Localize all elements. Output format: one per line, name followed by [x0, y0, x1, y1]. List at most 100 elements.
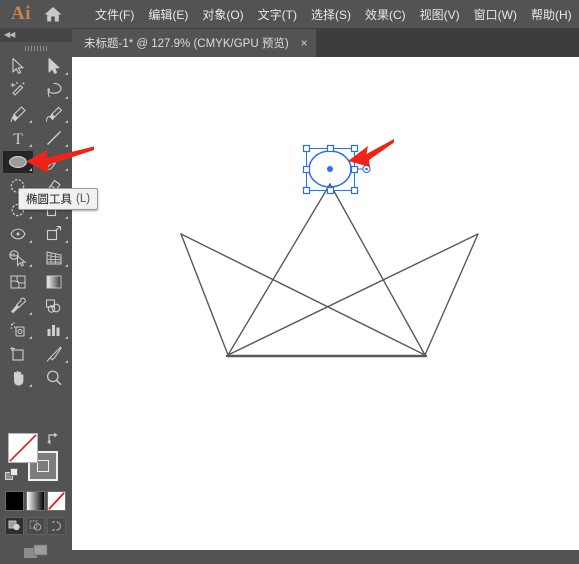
handle-bottom-right — [350, 186, 359, 195]
tooltip-label: 椭圆工具 — [26, 194, 72, 206]
free-transform-tool[interactable] — [36, 222, 72, 246]
fill-stroke-controls — [0, 429, 72, 487]
menu-item-help[interactable]: 帮助(H) — [524, 2, 579, 27]
canvas-area[interactable] — [72, 57, 579, 550]
draw-behind-mode[interactable] — [26, 517, 45, 535]
tool-row — [0, 54, 72, 78]
magnifier-icon — [45, 369, 63, 387]
artboard-tool[interactable] — [0, 342, 36, 366]
tool-flyout-indicator — [65, 240, 68, 243]
ellipse-tool[interactable] — [0, 150, 36, 174]
handle-bottom-center — [326, 186, 335, 195]
tool-flyout-indicator — [29, 168, 32, 171]
handle-bottom-left — [302, 186, 311, 195]
slice-tool[interactable] — [36, 342, 72, 366]
tooltip-shortcut: (L) — [76, 193, 91, 205]
direct-selection-arrow-icon — [46, 57, 62, 75]
tool-row: T — [0, 126, 72, 150]
none-slash-icon — [9, 434, 37, 462]
eyedropper-icon — [9, 297, 27, 315]
tool-row — [0, 102, 72, 126]
tool-row — [0, 246, 72, 270]
direct-selection-tool[interactable] — [36, 54, 72, 78]
collapse-panel-icon[interactable]: ◀◀ — [4, 29, 15, 41]
tool-row — [0, 318, 72, 342]
menu-item-object[interactable]: 对象(O) — [195, 2, 250, 27]
type-T-icon: T — [10, 129, 26, 147]
tool-row — [0, 366, 72, 390]
eyedropper-tool[interactable] — [0, 294, 36, 318]
gradient-icon — [45, 273, 63, 291]
menu-item-file[interactable]: 文件(F) — [88, 2, 141, 27]
mesh-icon — [9, 273, 27, 291]
home-icon[interactable] — [40, 3, 66, 25]
menu-item-select[interactable]: 选择(S) — [304, 2, 358, 27]
symbol-sprayer-icon — [9, 321, 27, 339]
type-tool[interactable]: T — [0, 126, 36, 150]
magic-wand-icon — [9, 81, 27, 99]
tool-flyout-indicator — [29, 384, 32, 387]
blend-tool[interactable] — [36, 294, 72, 318]
left-diagonal — [180, 233, 426, 356]
color-mode-color[interactable] — [5, 491, 24, 511]
close-icon[interactable]: × — [301, 37, 308, 49]
document-tab[interactable]: 未标题-1* @ 127.9% (CMYK/GPU 预览) × — [72, 29, 316, 57]
tool-row — [0, 150, 72, 174]
selection-arrow-icon — [10, 57, 26, 75]
drawing-mode-buttons — [5, 517, 67, 537]
tool-flyout-indicator — [29, 312, 32, 315]
svg-text:T: T — [13, 131, 23, 147]
curvature-tool[interactable] — [36, 102, 72, 126]
hand-tool[interactable] — [0, 366, 36, 390]
default-fill-stroke-icon[interactable] — [5, 468, 19, 482]
tool-row — [0, 270, 72, 294]
fill-swatch[interactable] — [8, 433, 38, 463]
menu-item-effect[interactable]: 效果(C) — [358, 2, 413, 27]
color-mode-none[interactable] — [47, 491, 66, 511]
menu-bar: Ai 文件(F) 编辑(E) 对象(O) 文字(T) 选择(S) 效果(C) 视… — [0, 0, 579, 28]
center-anchor-point — [327, 166, 333, 172]
lasso-tool[interactable] — [36, 78, 72, 102]
handle-middle-left — [302, 165, 311, 174]
width-tool[interactable] — [0, 222, 36, 246]
draw-inside-mode[interactable] — [47, 517, 66, 535]
perspective-grid-tool[interactable] — [36, 246, 72, 270]
shape-builder-tool[interactable] — [0, 246, 36, 270]
line-diagonal-icon — [45, 129, 63, 147]
tool-flyout-indicator — [65, 264, 68, 267]
line-segment-tool[interactable] — [36, 126, 72, 150]
symbol-sprayer-tool[interactable] — [0, 318, 36, 342]
tools-panel-drag-handle[interactable] — [0, 43, 72, 53]
menu-item-list: 文件(F) 编辑(E) 对象(O) 文字(T) 选择(S) 效果(C) 视图(V… — [88, 0, 579, 28]
tool-flyout-indicator — [65, 120, 68, 123]
zoom-tool[interactable] — [36, 366, 72, 390]
crown-line-drawing — [180, 183, 479, 358]
pen-tool[interactable] — [0, 102, 36, 126]
tool-flyout-indicator — [65, 144, 68, 147]
menu-item-window[interactable]: 窗口(W) — [467, 2, 524, 27]
gradient-tool[interactable] — [36, 270, 72, 294]
selection-tool[interactable] — [0, 54, 36, 78]
mesh-tool[interactable] — [0, 270, 36, 294]
tool-row — [0, 294, 72, 318]
paintbrush-tool[interactable] — [36, 150, 72, 174]
blend-icon — [44, 297, 64, 315]
screen-mode-icon — [24, 544, 48, 558]
app-logo: Ai — [11, 3, 31, 24]
color-mode-gradient[interactable] — [26, 491, 45, 511]
tools-list: T — [0, 54, 72, 390]
tool-row — [0, 78, 72, 102]
change-screen-mode-button[interactable] — [0, 540, 72, 564]
artboard-icon — [9, 345, 27, 363]
menu-item-type[interactable]: 文字(T) — [251, 2, 304, 27]
draw-normal-mode[interactable] — [5, 517, 24, 535]
column-graph-tool[interactable] — [36, 318, 72, 342]
tool-flyout-indicator — [29, 336, 32, 339]
menu-item-view[interactable]: 视图(V) — [413, 2, 467, 27]
menu-item-edit[interactable]: 编辑(E) — [141, 2, 195, 27]
swap-fill-stroke-icon[interactable] — [46, 431, 60, 445]
free-transform-icon — [45, 225, 63, 243]
lasso-icon — [45, 81, 63, 99]
right-outer-edge — [424, 233, 479, 356]
magic-wand-tool[interactable] — [0, 78, 36, 102]
